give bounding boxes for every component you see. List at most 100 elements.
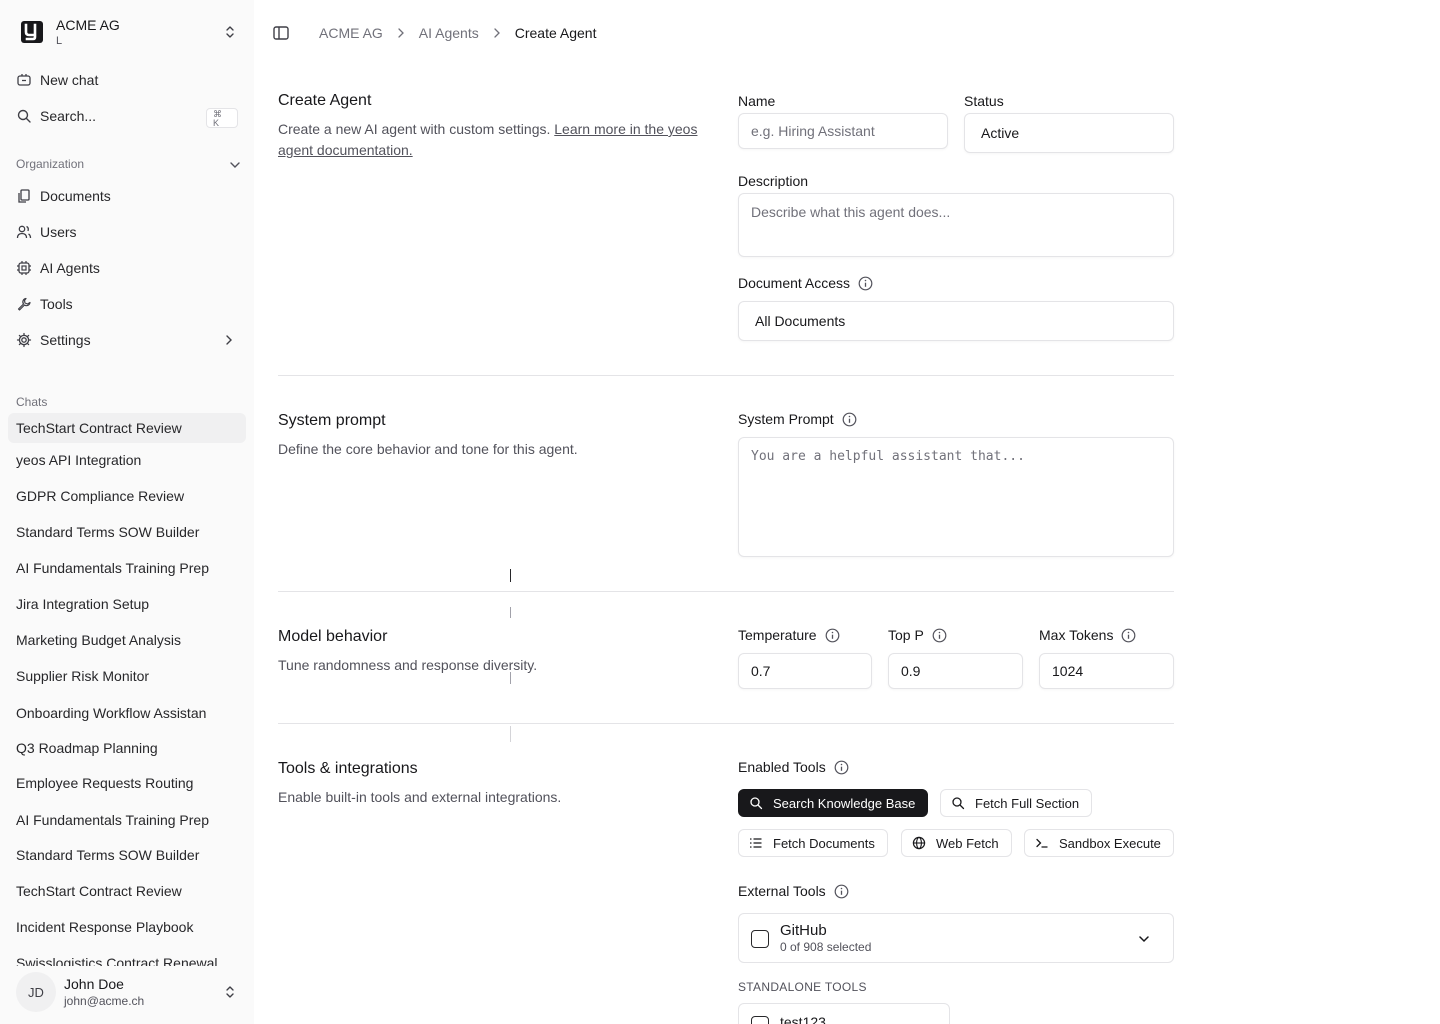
chevron-right-icon (226, 335, 232, 345)
info-icon[interactable] (834, 760, 849, 775)
chat-item[interactable]: Onboarding Workflow Assistan (8, 698, 246, 728)
external-tools-label: External Tools (738, 883, 849, 899)
sidebar-item-settings[interactable]: Settings (16, 326, 246, 354)
name-label: Name (738, 93, 776, 109)
github-count: 0 of 908 selected (780, 940, 872, 954)
section-divider (278, 591, 1174, 592)
description-textarea[interactable]: Describe what this agent does... (738, 193, 1174, 257)
info-icon[interactable] (842, 412, 857, 427)
search-icon (951, 796, 965, 810)
chat-item[interactable]: GDPR Compliance Review (8, 481, 246, 511)
system-prompt-label: System Prompt (738, 411, 857, 427)
section-divider (278, 375, 1174, 376)
tool-search-knowledge-base[interactable]: Search Knowledge Base (738, 789, 929, 817)
sidebar-item-tools[interactable]: Tools (16, 290, 246, 318)
name-input[interactable]: e.g. Hiring Assistant (738, 113, 948, 149)
info-icon[interactable] (858, 276, 873, 291)
top-p-input[interactable]: 0.9 (888, 653, 1023, 689)
resize-marker (510, 726, 511, 742)
terminal-icon (1035, 836, 1049, 850)
chevrons-up-down-icon (226, 986, 234, 998)
sidebar-item-ai-agents[interactable]: AI Agents (16, 254, 246, 282)
list-icon (749, 836, 763, 850)
tool-fetch-full-section[interactable]: Fetch Full Section (940, 789, 1093, 817)
create-agent-title: Create Agent (278, 92, 372, 109)
bot-icon (16, 260, 32, 276)
org-name: ACME AG (56, 17, 120, 33)
user-menu[interactable]: JD John Doe john@acme.ch (16, 966, 246, 1018)
breadcrumb: ACME AG AI Agents Create Agent (319, 24, 596, 42)
create-agent-desc: Create a new AI agent with custom settin… (278, 119, 718, 161)
search-shortcut: ⌘ K (206, 108, 238, 128)
chat-item[interactable]: TechStart Contract Review (8, 876, 246, 906)
sidebar-item-label: AI Agents (40, 260, 100, 276)
info-icon[interactable] (1121, 628, 1136, 643)
globe-icon (912, 836, 926, 850)
enabled-tools-label: Enabled Tools (738, 759, 849, 775)
resize-marker (510, 607, 511, 618)
status-label: Status (964, 93, 1004, 109)
standalone-tool-checkbox[interactable] (751, 1016, 769, 1024)
tool-label: Search Knowledge Base (773, 795, 916, 811)
status-select[interactable]: Active (964, 113, 1174, 153)
chat-item[interactable]: AI Fundamentals Training Prep (8, 805, 246, 835)
info-icon[interactable] (834, 884, 849, 899)
document-access-select[interactable]: All Documents (738, 301, 1174, 341)
max-tokens-input[interactable]: 1024 (1039, 653, 1174, 689)
info-icon[interactable] (932, 628, 947, 643)
chat-item[interactable]: yeos API Integration (8, 445, 246, 475)
chat-item[interactable]: Supplier Risk Monitor (8, 661, 246, 691)
chat-item[interactable]: AI Fundamentals Training Prep (8, 553, 246, 583)
chat-item[interactable]: Employee Requests Routing (8, 768, 246, 798)
tool-fetch-documents[interactable]: Fetch Documents (738, 829, 888, 857)
system-prompt-desc: Define the core behavior and tone for th… (278, 441, 578, 457)
chevron-right-icon (395, 27, 407, 39)
sidebar-item-label: Settings (40, 332, 91, 348)
max-tokens-label-text: Max Tokens (1039, 627, 1114, 643)
org-switcher[interactable]: ACME AG L (16, 12, 246, 52)
chat-item[interactable]: Standard Terms SOW Builder (8, 840, 246, 870)
tool-sandbox-execute[interactable]: Sandbox Execute (1024, 829, 1174, 857)
info-icon[interactable] (825, 628, 840, 643)
tool-label: Web Fetch (936, 835, 999, 851)
user-name: John Doe (64, 976, 124, 992)
search-button[interactable]: Search... ⌘ K (16, 102, 246, 130)
standalone-tools-label: STANDALONE TOOLS (738, 980, 867, 994)
new-chat-button[interactable]: New chat (16, 66, 246, 94)
breadcrumb-root[interactable]: ACME AG (319, 25, 383, 41)
chevron-down-icon[interactable] (1137, 932, 1151, 946)
chat-item[interactable]: Q3 Roadmap Planning (8, 733, 246, 763)
sidebar-item-documents[interactable]: Documents (16, 182, 246, 210)
standalone-tool-name: test123 (780, 1014, 826, 1024)
avatar: JD (16, 972, 56, 1012)
breadcrumb-parent[interactable]: AI Agents (419, 25, 479, 41)
tool-web-fetch[interactable]: Web Fetch (901, 829, 1012, 857)
breadcrumb-current: Create Agent (514, 25, 597, 41)
gear-icon (16, 332, 32, 348)
tool-label: Fetch Full Section (975, 795, 1080, 811)
search-label: Search... (40, 108, 97, 124)
temperature-input[interactable]: 0.7 (738, 653, 872, 689)
search-icon (16, 108, 32, 124)
chat-item[interactable]: Standard Terms SOW Builder (8, 517, 246, 547)
chat-item[interactable]: Marketing Budget Analysis (8, 625, 246, 655)
system-prompt-textarea[interactable]: You are a helpful assistant that... (738, 437, 1174, 557)
sidebar-item-label: Documents (40, 188, 111, 204)
chat-item[interactable]: Jira Integration Setup (8, 589, 246, 619)
sidebar-item-label: Tools (40, 296, 73, 312)
tool-label: Fetch Documents (773, 835, 875, 851)
standalone-tool-item[interactable]: test123 (738, 1003, 950, 1024)
create-agent-desc-text: Create a new AI agent with custom settin… (278, 121, 551, 137)
chat-item[interactable]: TechStart Contract Review (8, 413, 246, 443)
document-access-label: Document Access (738, 275, 873, 291)
sidebar-toggle-icon[interactable] (272, 24, 290, 42)
github-checkbox[interactable] (751, 930, 769, 948)
chevron-down-icon[interactable] (228, 158, 242, 172)
users-icon (16, 224, 32, 240)
chat-item[interactable]: Incident Response Playbook (8, 912, 246, 942)
chevron-right-icon (491, 27, 503, 39)
sidebar-item-users[interactable]: Users (16, 218, 246, 246)
top-p-label-text: Top P (888, 627, 924, 643)
github-integration[interactable]: GitHub 0 of 908 selected (738, 913, 1174, 963)
new-chat-label: New chat (40, 72, 99, 88)
